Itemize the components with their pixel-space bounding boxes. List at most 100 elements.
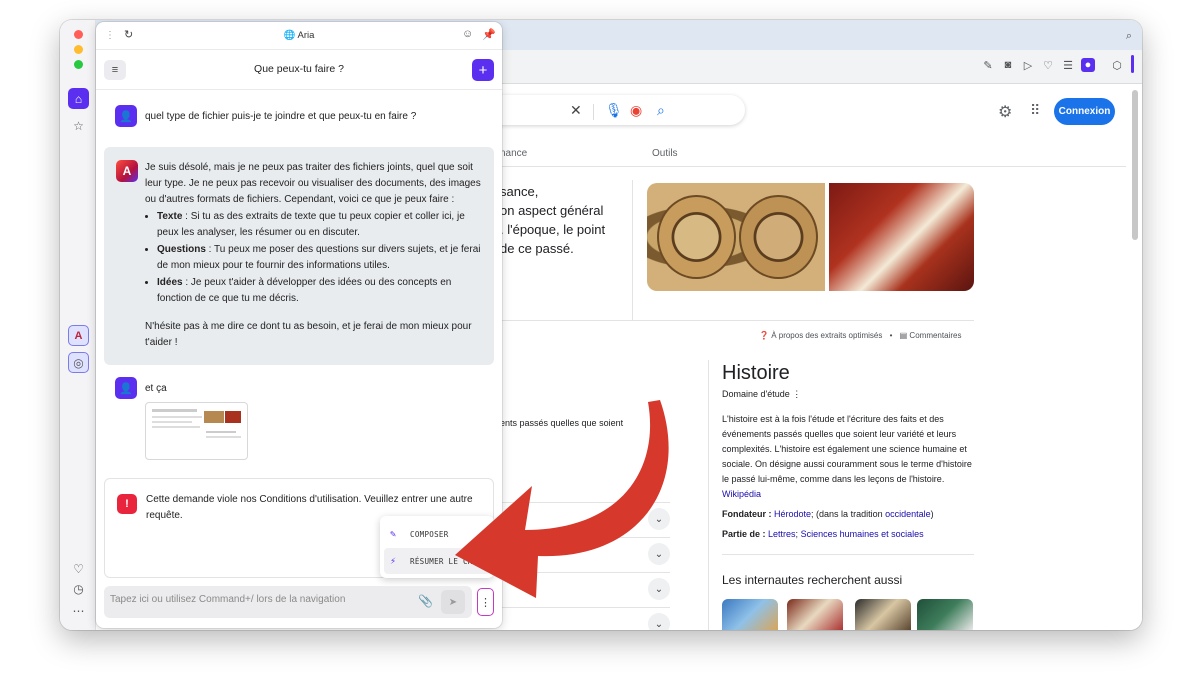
aria-outro: N'hésite pas à me dire ce dont tu as bes…: [145, 321, 472, 348]
clear-search-icon[interactable]: ✕: [570, 102, 582, 119]
chevron-down-icon[interactable]: ⌄: [648, 578, 670, 600]
more-options-button[interactable]: ⋮: [477, 588, 494, 616]
home-icon[interactable]: ⌂: [68, 88, 89, 109]
camera-icon[interactable]: ◙: [1001, 58, 1015, 72]
bullet-item: Questions : Tu peux me poser des questio…: [157, 242, 487, 274]
bullet-term: Questions: [157, 244, 206, 255]
chat-input[interactable]: [110, 594, 410, 605]
aria-app-icon[interactable]: A: [68, 325, 89, 346]
chevron-down-icon[interactable]: ⌄: [648, 543, 670, 565]
panel-topbar: ⋮ ↻ 🌐 Aria ☺ 📌: [96, 22, 502, 50]
maximize-window-button[interactable]: [74, 60, 83, 69]
painting-image[interactable]: [829, 183, 974, 291]
browser-window: ⌂ ☆ A ◎ ♡ ◷ ⋯ ⌕ ✎ ◙ ▷ ♡ ☰ ● ⬡ ✕ 🎙 ◉ ⌕ ⚙ …: [60, 20, 1142, 630]
search-icon[interactable]: ⌕: [657, 102, 665, 119]
wikipedia-link[interactable]: Wikipédia: [722, 489, 761, 499]
heart-ext-icon[interactable]: ♡: [1041, 58, 1055, 72]
kp-founder: Fondateur : Hérodote; (dans la tradition…: [722, 509, 934, 519]
about-snippets-label[interactable]: À propos des extraits optimisés: [771, 331, 882, 340]
about-snippets[interactable]: ❓ À propos des extraits optimisés • ▤ Co…: [759, 331, 961, 340]
star-icon[interactable]: ☆: [68, 115, 89, 136]
kp-subtitle-text: Domaine d'étude: [722, 389, 790, 399]
bullet-term: Texte: [157, 211, 183, 222]
heart-icon[interactable]: ♡: [68, 558, 89, 579]
founder-end: ): [930, 509, 934, 519]
composer-label: COMPOSER: [410, 529, 449, 539]
world-map-image[interactable]: [647, 183, 825, 291]
related-thumbnail[interactable]: [722, 599, 778, 630]
question-divider: [500, 537, 670, 538]
question-divider: [500, 572, 670, 573]
send-button[interactable]: ➤: [441, 590, 465, 614]
more-icon[interactable]: ⋯: [68, 600, 89, 621]
composer-menu-item[interactable]: ✎ COMPOSER: [384, 521, 490, 547]
kp-title: Histoire: [722, 362, 790, 384]
tabs-divider: [500, 166, 1126, 167]
bullet-text: : Tu peux me poser des questions sur div…: [157, 244, 481, 271]
founder-label: Fondateur :: [722, 509, 772, 519]
smiley-icon[interactable]: ☺: [462, 28, 473, 40]
login-button[interactable]: Connexion: [1054, 98, 1115, 125]
chat-header: ≡ Que peux-tu faire ? +: [96, 50, 502, 90]
pen-sparkle-icon: ✎: [390, 528, 397, 540]
related-thumbnail[interactable]: [917, 599, 973, 630]
headphones-app-icon[interactable]: ◎: [68, 352, 89, 373]
divider: [593, 104, 594, 120]
related-thumbnail[interactable]: [787, 599, 843, 630]
pin-icon[interactable]: 📌: [482, 28, 496, 41]
bullet-text: : Je peux t'aider à développer des idées…: [157, 277, 452, 304]
snippet-divider: [632, 180, 633, 320]
aria-chat-panel: ⋮ ↻ 🌐 Aria ☺ 📌 ≡ Que peux-tu faire ? + 👤…: [96, 22, 502, 628]
microphone-icon[interactable]: 🎙: [605, 102, 623, 119]
kebab-icon[interactable]: ⋮: [792, 389, 801, 399]
attached-screenshot[interactable]: [145, 402, 248, 460]
occidentale-link[interactable]: occidentale: [885, 509, 931, 519]
lens-icon[interactable]: ◉: [630, 102, 642, 119]
page-scrollbar[interactable]: [1132, 90, 1138, 240]
list-icon[interactable]: ☰: [1061, 58, 1075, 72]
edit-icon[interactable]: ✎: [981, 58, 995, 72]
tab-partial[interactable]: nance: [500, 148, 527, 159]
bullet-item: Idées : Je peux t'aider à développer des…: [157, 275, 487, 307]
bullet-term: Idées: [157, 277, 183, 288]
aria-intro: Je suis désolé, mais je ne peux pas trai…: [145, 162, 481, 205]
app-rail: ⌂ ☆ A ◎ ♡ ◷ ⋯: [60, 20, 96, 630]
settings-gear-icon[interactable]: ⚙: [998, 102, 1012, 122]
bullet-text: : Si tu as des extraits de texte que tu …: [157, 211, 465, 238]
kp-subtitle: Domaine d'étude ⋮: [722, 389, 801, 400]
actions-menu: ✎ COMPOSER ⚡ RÉSUMER LE CHAT: [380, 516, 494, 578]
sciences-link[interactable]: Sciences humaines et sociales: [801, 529, 924, 539]
kp-description: L'histoire est à la fois l'étude et l'éc…: [722, 412, 974, 502]
chevron-down-icon[interactable]: ⌄: [648, 613, 670, 630]
chevron-down-icon[interactable]: ⌄: [648, 508, 670, 530]
apps-grid-icon[interactable]: ⠿: [1030, 102, 1040, 119]
question-divider: [500, 502, 670, 503]
new-chat-button[interactable]: +: [472, 59, 494, 81]
people-also-search: Les internautes recherchent aussi: [722, 573, 903, 587]
history-icon[interactable]: ◷: [68, 578, 89, 599]
close-window-button[interactable]: [74, 30, 83, 39]
chat-title: Que peux-tu faire ?: [254, 63, 344, 75]
related-thumbnail[interactable]: [855, 599, 911, 630]
kp-hr: [722, 554, 974, 555]
error-icon: !: [117, 494, 137, 514]
minimize-window-button[interactable]: [74, 45, 83, 54]
lettres-link[interactable]: Lettres: [768, 529, 796, 539]
summarize-chat-menu-item[interactable]: ⚡ RÉSUMER LE CHAT: [384, 548, 490, 574]
help-icon: ❓: [759, 331, 772, 340]
search-tabs-icon[interactable]: ⌕: [1126, 30, 1132, 43]
extension-icon[interactable]: ⬡: [1110, 58, 1124, 72]
aria-logo-icon: A: [116, 160, 138, 182]
aria-bullets: Texte : Si tu as des extraits de texte q…: [157, 209, 487, 308]
globe-icon: 🌐: [283, 30, 298, 41]
user-avatar-icon: 👤: [115, 377, 137, 399]
send-icon[interactable]: ▷: [1021, 58, 1035, 72]
user-avatar-icon: 👤: [115, 105, 137, 127]
snippet-bottom-divider: [500, 320, 974, 321]
founder-link[interactable]: Hérodote: [774, 509, 811, 519]
tab-tools[interactable]: Outils: [652, 148, 678, 159]
feedback-link[interactable]: Commentaires: [909, 331, 961, 340]
profile-icon[interactable]: ●: [1081, 58, 1095, 72]
kp-part-of: Partie de : Lettres; Sciences humaines e…: [722, 529, 924, 539]
attach-icon[interactable]: 📎: [418, 594, 433, 608]
